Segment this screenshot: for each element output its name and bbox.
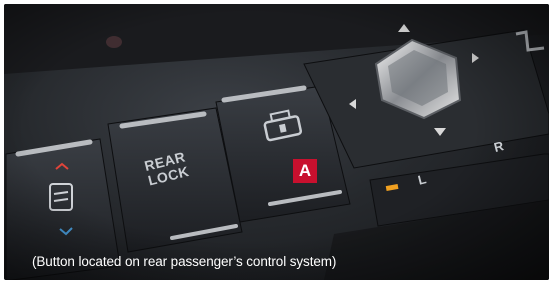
callout-badge: A [293,159,317,183]
car-control-panel-photo: REAR LOCK L R A (Button located on rear … [4,4,549,280]
photo-caption: (Button located on rear passenger’s cont… [32,254,337,269]
control-panel-illustration [4,4,549,280]
image-frame: REAR LOCK L R A (Button located on rear … [0,0,553,284]
